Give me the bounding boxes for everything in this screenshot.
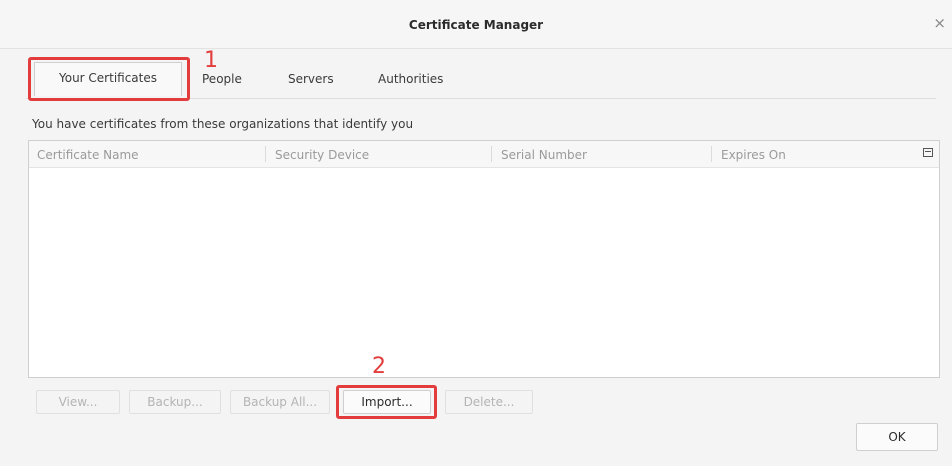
- tab-people[interactable]: People: [202, 72, 242, 86]
- backup-button[interactable]: Backup...: [129, 390, 221, 414]
- annotation-step-1: 1: [204, 48, 218, 73]
- title-bar: Certificate Manager ×: [0, 0, 952, 49]
- window-title: Certificate Manager: [408, 18, 544, 32]
- table-body: [29, 168, 939, 377]
- tab-strip: Your Certificates People Servers Authori…: [26, 58, 936, 99]
- tab-your-certificates[interactable]: Your Certificates: [34, 62, 182, 96]
- view-button[interactable]: View...: [36, 390, 120, 414]
- column-header-expires-on[interactable]: Expires On: [721, 148, 786, 162]
- backup-all-button[interactable]: Backup All...: [230, 390, 330, 414]
- ok-button[interactable]: OK: [856, 423, 938, 451]
- column-separator[interactable]: [711, 146, 712, 162]
- close-icon[interactable]: ×: [933, 14, 946, 32]
- column-header-serial-number[interactable]: Serial Number: [501, 148, 587, 162]
- table-header: Certificate Name Security Device Serial …: [29, 141, 939, 168]
- column-header-security-device[interactable]: Security Device: [275, 148, 369, 162]
- delete-button[interactable]: Delete...: [445, 390, 533, 414]
- table-description: You have certificates from these organiz…: [32, 117, 414, 131]
- import-button[interactable]: Import...: [343, 390, 431, 414]
- column-separator[interactable]: [491, 146, 492, 162]
- column-header-certificate-name[interactable]: Certificate Name: [37, 148, 139, 162]
- tab-servers[interactable]: Servers: [288, 72, 334, 86]
- certificates-table[interactable]: Certificate Name Security Device Serial …: [28, 140, 940, 378]
- tab-authorities[interactable]: Authorities: [378, 72, 443, 86]
- annotation-step-2: 2: [372, 354, 386, 379]
- column-picker-icon[interactable]: [923, 148, 933, 157]
- column-separator[interactable]: [265, 146, 266, 162]
